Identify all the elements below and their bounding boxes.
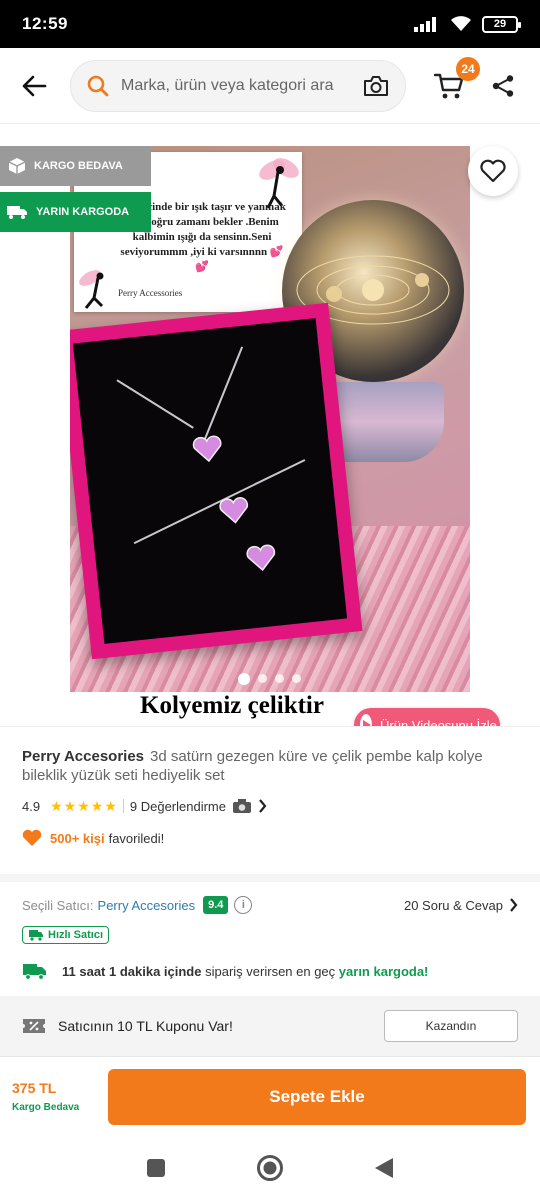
seller-score-badge: 9.4: [203, 896, 229, 914]
info-icon[interactable]: i: [234, 896, 253, 914]
search-input[interactable]: [121, 76, 363, 95]
gallery-dot[interactable]: [275, 674, 284, 683]
price: 375 TL: [12, 1080, 57, 1096]
signal-icon: [414, 17, 436, 32]
star-icon: ★: [104, 798, 117, 814]
seller-section: Seçili Satıcı: Perry Accesories 9.4 i 20…: [0, 882, 540, 996]
pink-gift-box: [70, 302, 363, 660]
qa-link[interactable]: 20 Soru & Cevap: [404, 898, 518, 913]
purchase-bar: 375 TL Kargo Bedava Sepete Ekle: [0, 1056, 540, 1136]
chevron-right-icon: [510, 898, 518, 912]
favorite-count: 500+ kişi: [50, 830, 105, 846]
section-divider: [0, 874, 540, 882]
heart-ring: [246, 544, 276, 572]
favorites-row: 500+ kişi favoriledi!: [22, 829, 518, 847]
coupon-icon: [23, 1019, 45, 1033]
fast-truck-icon: [29, 930, 43, 941]
star-icon: ★: [77, 798, 90, 814]
status-bar: 12:59 29: [0, 0, 540, 48]
product-brand[interactable]: Perry Accesories: [22, 748, 144, 765]
delivery-end: yarın kargoda!: [338, 963, 429, 979]
qa-link-label: 20 Soru & Cevap: [403, 897, 503, 913]
tomorrow-cargo-badge-label: YARIN KARGODA: [36, 205, 130, 218]
rating-stars: ★ ★ ★ ★ ★: [50, 799, 117, 813]
product-title: Perry Accesories 3d satürn gezegen küre v…: [22, 747, 518, 785]
truck-icon: [7, 206, 27, 219]
box-icon: [8, 158, 26, 174]
star-icon: ★: [63, 798, 77, 814]
play-icon: [360, 714, 372, 726]
separator: [122, 799, 124, 813]
delivery-text: 11 saat 1 dakika içinde sipariş verirsen…: [62, 964, 428, 979]
header: 24: [0, 48, 540, 124]
star-icon: ★: [90, 798, 104, 814]
back-arrow-icon: [22, 75, 47, 96]
fast-seller-badge: Hızlı Satıcı: [22, 926, 110, 944]
heart-bracelet-charm: [219, 497, 249, 524]
fairy-illustration: [79, 270, 104, 309]
gift-box-velvet: [72, 318, 348, 644]
price-box: 375 TL Kargo Bedava: [12, 1080, 108, 1113]
necklace-chain: [116, 379, 194, 429]
necklace-chain: [200, 346, 244, 450]
product-detail-screen: 12:59 29 24 Kalp: [0, 0, 540, 1200]
free-cargo-badge: KARGO BEDAVA: [0, 146, 151, 186]
product-image-gallery[interactable]: Kalp içinde bir ışık taşır ve yanmak içi…: [0, 124, 540, 726]
search-icon: [87, 75, 109, 96]
delivery-info-row: 11 saat 1 dakika içinde sipariş verirsen…: [22, 962, 518, 980]
star-icon: ★: [50, 798, 63, 814]
tomorrow-cargo-badge: YARIN KARGODA: [0, 192, 151, 232]
gallery-dot[interactable]: [238, 673, 250, 685]
status-icons: 29: [414, 15, 521, 33]
system-back-button[interactable]: [369, 1153, 399, 1183]
orange-heart-icon: [22, 829, 42, 846]
gallery-dot[interactable]: [258, 674, 267, 683]
cart-count-badge: 24: [456, 56, 480, 81]
search-box[interactable]: [70, 59, 406, 112]
heart-outline-icon: [480, 159, 506, 183]
watch-video-button[interactable]: Ürün Videosunu İzle: [354, 708, 500, 726]
fast-seller-label: Hızlı Satıcı: [48, 929, 104, 941]
free-cargo-badge-label: KARGO BEDAVA: [34, 159, 123, 172]
delivery-middle: sipariş verirsen en geç: [205, 963, 336, 979]
seller-row: Seçili Satıcı: Perry Accesories 9.4 i 20…: [22, 894, 518, 916]
favorite-suffix: favoriledi!: [108, 830, 165, 846]
review-count[interactable]: 9 Değerlendirme: [130, 799, 226, 814]
triangle-back-icon: [375, 1158, 393, 1178]
gift-card-brand: Perry Accessories: [118, 288, 183, 298]
back-button[interactable]: [14, 66, 54, 106]
battery-icon: 29: [482, 15, 521, 33]
rating-value: 4.9: [22, 798, 41, 814]
coupon-text: Satıcının 10 TL Kuponu Var!: [58, 1018, 233, 1034]
seller-name-link[interactable]: Perry Accesories: [98, 898, 196, 913]
home-button[interactable]: [255, 1153, 285, 1183]
camera-search-icon[interactable]: [363, 75, 389, 97]
product-info: Perry Accesories 3d satürn gezegen küre v…: [0, 726, 540, 874]
gallery-pagination: [238, 673, 301, 685]
delivery-truck-icon: [23, 964, 46, 980]
delivery-time: 11 saat 1 dakika içinde: [62, 963, 202, 979]
share-button[interactable]: [488, 71, 518, 101]
square-icon: [147, 1159, 165, 1177]
seller-label: Seçili Satıcı:: [22, 897, 94, 913]
wifi-icon: [451, 16, 471, 31]
watch-video-label: Ürün Videosunu İzle: [380, 717, 497, 727]
add-to-cart-button[interactable]: Sepete Ekle: [108, 1068, 526, 1125]
battery-level: 29: [493, 18, 507, 30]
circle-icon: [257, 1155, 283, 1181]
share-icon: [492, 74, 514, 97]
gallery-dot[interactable]: [292, 674, 301, 683]
recents-button[interactable]: [141, 1153, 171, 1183]
status-time: 12:59: [22, 14, 68, 33]
cart-button[interactable]: 24: [432, 56, 480, 103]
camera-icon: [233, 799, 251, 813]
chevron-right-icon: [259, 799, 267, 813]
favorite-button[interactable]: [468, 146, 518, 196]
coupon-bar: Satıcının 10 TL Kuponu Var! Kazandın: [0, 996, 540, 1056]
heart-pendant: [192, 435, 222, 463]
free-cargo-label: Kargo Bedava: [12, 1102, 80, 1113]
coupon-claimed-button[interactable]: Kazandın: [384, 1010, 518, 1042]
system-navigation-bar: [0, 1136, 540, 1200]
rating-row[interactable]: 4.9 ★ ★ ★ ★ ★ 9 Değerlendirme: [22, 797, 518, 815]
